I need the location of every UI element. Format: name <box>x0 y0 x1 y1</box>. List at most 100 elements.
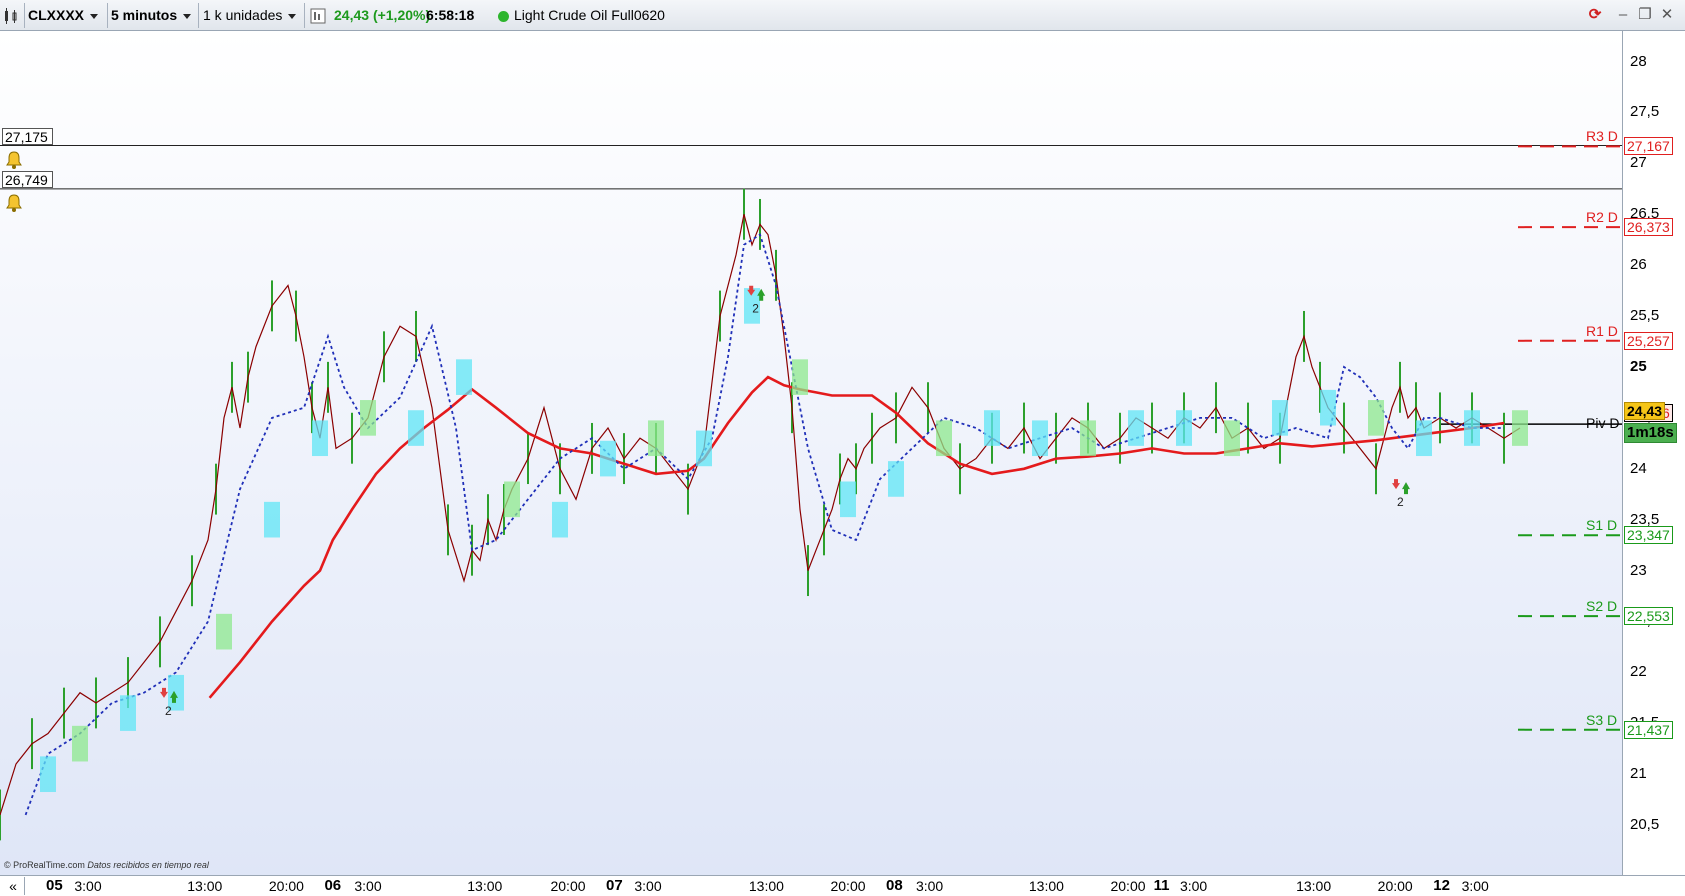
signal-count: 2 <box>752 302 759 316</box>
time-tick: 3:00 <box>74 878 102 894</box>
last-price-change: 24,43 (+1,20%) <box>334 0 430 31</box>
time-tick: 3:00 <box>1179 878 1208 894</box>
time-tick: 11 <box>1153 877 1170 894</box>
pivot-label-s1-d: S1 D <box>1586 517 1618 534</box>
minimize-icon[interactable]: – <box>1614 6 1632 24</box>
price-tick: 25 <box>1630 357 1647 375</box>
chevron-down-icon <box>288 13 297 19</box>
cloud-segment <box>1032 420 1048 457</box>
signal-count: 2 <box>1397 495 1404 509</box>
price-tick: 22 <box>1630 663 1647 681</box>
price-tick: 26 <box>1630 256 1647 274</box>
time-tick: 20:00 <box>1377 878 1413 894</box>
current-price-box: 24,43 <box>1624 402 1666 420</box>
cloud-segment <box>408 410 424 446</box>
timeframe-label: 5 minutos <box>111 7 178 23</box>
time-tick: 07 <box>606 877 623 894</box>
time-tick: 13:00 <box>467 878 503 894</box>
instrument-name: Light Crude Oil Full0620 <box>514 7 665 23</box>
pivot-label-piv-d: Piv D <box>1586 415 1620 432</box>
time-tick: 13:00 <box>187 878 223 894</box>
cloud-segment <box>1320 389 1336 426</box>
scroll-left-icon[interactable]: « <box>2 877 25 895</box>
time-tick: 06 <box>324 877 342 894</box>
time-tick: 20:00 <box>830 878 866 894</box>
countdown-box: 1m18s <box>1624 423 1677 443</box>
pivot-value-r3-d: 27,167 <box>1624 137 1673 156</box>
cloud-segment <box>792 359 808 395</box>
cloud-segment <box>1512 410 1528 446</box>
price-chart[interactable]: 2 2 2 <box>0 31 1622 876</box>
bell-icon <box>4 150 26 170</box>
pivot-label-r3-d: R3 D <box>1586 128 1618 145</box>
chevron-down-icon <box>183 13 192 19</box>
data-source-note: © ProRealTime.com Datos recibidos en tie… <box>4 860 209 870</box>
price-tick: 27 <box>1630 154 1647 172</box>
time-tick: 12 <box>1433 877 1450 894</box>
pivot-label-s3-d: S3 D <box>1586 711 1618 728</box>
time-tick: 05 <box>46 877 63 894</box>
cloud-segment <box>360 400 376 436</box>
price-tick: 24 <box>1630 459 1647 477</box>
last-price: 24,43 <box>334 7 370 23</box>
time-tick: 3:00 <box>354 878 382 894</box>
close-icon[interactable]: ✕ <box>1658 6 1676 24</box>
cloud-segment <box>40 756 56 793</box>
price-tick: 21 <box>1630 765 1647 783</box>
cloud-segment <box>648 420 664 457</box>
cloud-segment <box>264 501 280 538</box>
cloud-segment <box>1128 410 1144 446</box>
footer-status: Datos recibidos en tiempo real <box>87 860 209 870</box>
cloud-segment <box>1464 410 1480 446</box>
price-change: (+1,20%) <box>372 7 431 23</box>
pivot-label-r2-d: R2 D <box>1586 209 1618 226</box>
price-tick: 25,5 <box>1630 307 1660 325</box>
cloud-segment <box>1176 410 1192 446</box>
quote-time: 6:58:18 <box>426 7 475 23</box>
alert-value-box: 27,175 <box>2 127 53 145</box>
cloud-segment <box>456 359 472 395</box>
pivot-value-s1-d: 23,347 <box>1624 526 1673 545</box>
timeframe-dropdown[interactable]: 5 minutos <box>111 0 192 31</box>
cloud-segment <box>1272 400 1288 436</box>
pivot-value-s3-d: 21,437 <box>1624 720 1673 739</box>
cloud-segment <box>1080 420 1096 457</box>
cloud-segment <box>1368 400 1384 436</box>
chevron-down-icon <box>90 13 99 19</box>
pivot-value-s2-d: 22,553 <box>1624 607 1673 626</box>
price-tick: 23 <box>1630 561 1647 579</box>
pivot-label-r1-d: R1 D <box>1586 322 1618 339</box>
properties-icon[interactable] <box>310 0 328 31</box>
refresh-icon[interactable]: ⟳ <box>1586 6 1604 24</box>
chart-type-icon[interactable] <box>3 0 23 31</box>
cloud-segment <box>120 695 136 731</box>
pivot-label-s2-d: S2 D <box>1586 598 1618 615</box>
time-tick: 20:00 <box>268 878 304 894</box>
cloud-segment <box>504 481 520 518</box>
time-tick: 13:00 <box>1028 878 1064 894</box>
time-tick: 20:00 <box>550 878 586 894</box>
price-tick: 27,5 <box>1630 103 1660 121</box>
cloud-segment <box>1224 420 1240 457</box>
chart-toolbar: CLXXXX 5 minutos 1 k unidades 24,43 (+1,… <box>0 0 1685 31</box>
price-tick: 28 <box>1630 52 1647 70</box>
cloud-segment <box>216 613 232 650</box>
time-tick: 08 <box>886 877 903 894</box>
footer-brand: © ProRealTime.com <box>4 860 85 870</box>
maximize-icon[interactable]: ❐ <box>1636 6 1654 24</box>
signal-count: 2 <box>165 704 172 718</box>
cloud-segment <box>888 461 904 497</box>
cloud-segment <box>312 420 328 457</box>
time-tick: 3:00 <box>634 878 662 894</box>
time-tick: 13:00 <box>1296 878 1332 894</box>
plot-background <box>0 31 1622 876</box>
cloud-segment <box>936 420 952 457</box>
time-tick: 3:00 <box>1461 878 1489 894</box>
units-dropdown[interactable]: 1 k unidades <box>203 0 297 31</box>
cloud-segment <box>552 501 568 538</box>
cloud-segment <box>840 481 856 518</box>
time-tick: 3:00 <box>915 878 944 894</box>
cloud-segment <box>984 410 1000 446</box>
symbol-dropdown[interactable]: CLXXXX <box>28 0 99 31</box>
cloud-segment <box>696 430 712 467</box>
